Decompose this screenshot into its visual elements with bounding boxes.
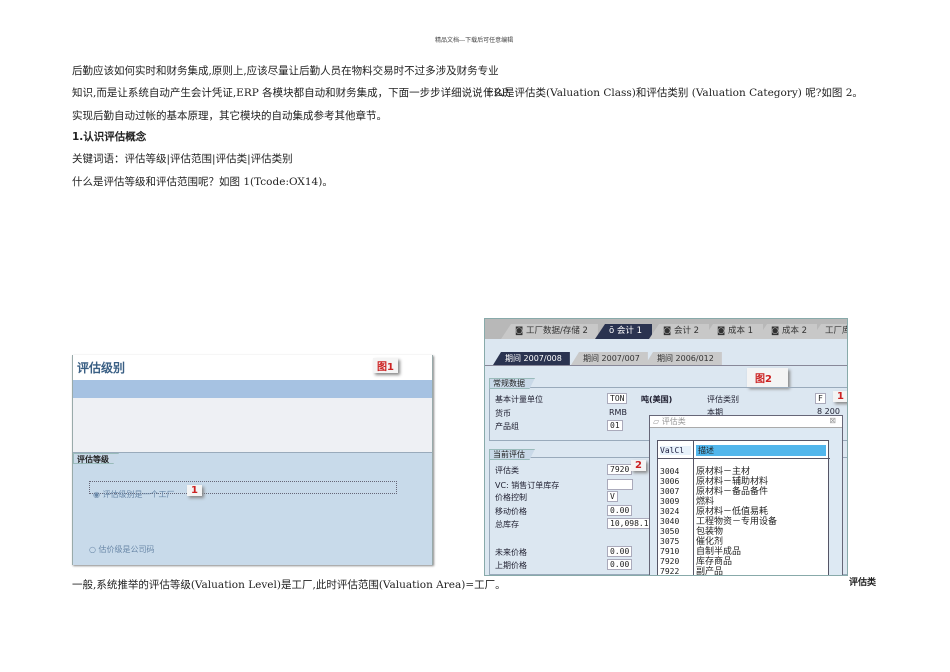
valcl-code: 7922 (660, 567, 680, 576)
fig1-tag: 图1 (373, 358, 398, 373)
popup-title: 评估类 (661, 417, 686, 426)
question-fig2: 什么是评估类(Valuation Class)和评估类别 (Valuation … (483, 87, 863, 99)
currency-label: 货币 (495, 409, 511, 418)
valcl-description: 催化剂 (696, 537, 724, 547)
question-fig1: 什么是评估等级和评估范围呢？如图 1(Tcode:OX14)。 (72, 176, 333, 188)
valuation-class-row[interactable]: 3050 包装物 (660, 527, 723, 537)
valcl-code: 3075 (660, 537, 680, 546)
current-row-field[interactable]: 0.00 (607, 559, 633, 570)
fig2-marker-1: 1 (833, 391, 847, 402)
valcl-description: 工程物资－专用设备 (696, 517, 778, 527)
division-field[interactable]: 01 (607, 420, 623, 431)
valuation-class-row[interactable]: 7920 库存商品 (660, 557, 732, 567)
figure-2-screenshot: ◙ 工厂数据/存储 2 ō 会计 1 ◙ 会计 2 ◙ 成本 1 ◙ 成本 2 … (484, 318, 848, 576)
valcl-code: 3004 (660, 467, 680, 476)
valuation-class-row[interactable]: 3006 原材料－辅助材料 (660, 477, 768, 487)
valcl-description: 原材料－低值易耗 (696, 507, 769, 517)
fig1-marker: 1 (187, 485, 202, 496)
division-label: 产品组 (495, 422, 519, 431)
base-uom-field[interactable]: TON (607, 393, 628, 404)
valcl-description: 副产品 (696, 567, 724, 576)
close-icon[interactable]: ⊠ (829, 416, 836, 425)
current-row-field[interactable]: V (607, 491, 618, 502)
current-row-label: VC: 销售订单库存 (495, 481, 560, 490)
tab-accounting-1[interactable]: ō 会计 1 (595, 324, 653, 339)
valcl-code: 7920 (660, 557, 680, 566)
current-row-field[interactable] (607, 479, 633, 490)
radio-plant[interactable]: ◉ 评估级别是一个工厂 (89, 481, 397, 499)
radio-plant-label: 评估级别是一个工厂 (102, 490, 175, 499)
valcl-code: 7910 (660, 547, 680, 556)
currency-value: RMB (609, 408, 627, 417)
valuation-class-row[interactable]: 3075 催化剂 (660, 537, 723, 547)
paragraph-line: 实现后勤自动过帐的基本原理，其它模块的自动集成参考其他章节。 (72, 110, 387, 122)
valuation-class-row[interactable]: 3040 工程物资－专用设备 (660, 517, 777, 527)
current-row-label: 总库存 (495, 520, 519, 529)
valcl-description: 原材料－备品备件 (696, 487, 769, 497)
col-valcl[interactable]: ValCl (660, 446, 691, 455)
period-tab-3[interactable]: 期间 2006/012 (645, 352, 722, 365)
current-row-label: 价格控制 (495, 493, 527, 502)
fig1-section: 评估等级 (73, 453, 119, 464)
valuation-class-row[interactable]: 3007 原材料－备品备件 (660, 487, 768, 497)
current-row-field[interactable]: 7920 (607, 464, 633, 475)
valuation-class-row[interactable]: 3009 燃料 (660, 497, 714, 507)
page-header: 精品文档---下载后可任意编辑 (435, 37, 514, 44)
section-heading: 1.认识评估概念 (72, 131, 147, 143)
current-row-field[interactable]: 0.00 (607, 505, 633, 516)
fig1-title: 评估级别 (77, 361, 126, 375)
valcl-code: 3006 (660, 477, 680, 486)
valuation-class-row[interactable]: 7910 自制半成品 (660, 547, 741, 557)
valcl-code: 3024 (660, 507, 680, 516)
current-row-label: 上期价格 (495, 561, 527, 570)
period-tab-2[interactable]: 期间 2007/007 (571, 352, 648, 365)
caption-fig1: 一般,系统推举的评估等级(Valuation Level)是工厂,此时评估范围(… (72, 579, 506, 591)
valcl-description: 自制半成品 (696, 547, 742, 557)
valcl-code: 3050 (660, 527, 680, 536)
valuation-class-row[interactable]: 7922 副产品 (660, 567, 724, 576)
base-uom-label: 基本计量单位 (495, 395, 543, 404)
valuation-class-list: ValCl 描述 3004 原材料－主材 3006 原材料－辅助材料 3007 原材料－备… (657, 440, 830, 576)
period-tab-1[interactable]: 期间 2007/008 (493, 352, 570, 365)
radio-company-code[interactable]: ○ 估价级是公司码 (89, 544, 155, 555)
current-valuation-section: 当前评估 (489, 449, 535, 460)
general-data-section: 常规数据 (489, 378, 535, 389)
valcl-description: 原材料－主材 (696, 467, 751, 477)
tab-costing-1[interactable]: ◙ 成本 1 (703, 324, 764, 339)
valuation-category-field[interactable]: F (815, 393, 826, 404)
figure-1-screenshot: 评估级别 图1 评估等级 ◉ 评估级别是一个工厂 1 ○ 估价级是公司码 (72, 355, 433, 565)
tab-plant-storage[interactable]: ◙ 工厂数据/存储 2 (501, 324, 598, 339)
valuation-class-row[interactable]: 3024 原材料－低值易耗 (660, 507, 768, 517)
valcl-code: 3009 (660, 497, 680, 506)
col-description[interactable]: 描述 (696, 445, 826, 456)
paragraph-line: 知识,而是让系统自动产生会计凭证,ERP 各模块都自动和财务集成，下面一步步详细… (72, 87, 509, 99)
valuation-category-label: 评估类别 (707, 395, 739, 404)
fig2-marker-2: 2 (631, 460, 646, 471)
tab-accounting-2[interactable]: ◙ 会计 2 (649, 324, 710, 339)
caption-fig2: 评估类 (849, 578, 877, 588)
current-row-label: 移动价格 (495, 507, 527, 516)
keywords: 关键词语：评估等级|评估范围|评估类|评估类别 (72, 153, 293, 165)
current-row-field[interactable]: 10,098.1 (607, 518, 652, 529)
valcl-description: 原材料－辅助材料 (696, 477, 769, 487)
valcl-code: 3007 (660, 487, 680, 496)
valcl-code: 3040 (660, 517, 680, 526)
valuation-class-popup: ▱ 评估类 ⊠ ValCl 描述 3004 原材料－主材 3006 原材料－辅助材料 30… (649, 415, 843, 576)
base-uom-text: 吨(美国) (641, 395, 673, 404)
valcl-description: 库存商品 (696, 557, 733, 567)
current-row-label: 未来价格 (495, 548, 527, 557)
valuation-class-row[interactable]: 3004 原材料－主材 (660, 467, 750, 477)
fig2-tag: 图2 (747, 368, 788, 387)
fig1-toolbar (73, 380, 432, 398)
valcl-description: 燃料 (696, 497, 715, 507)
radio-company-code-label: 估价级是公司码 (98, 545, 155, 554)
current-row-field[interactable]: 0.00 (607, 546, 633, 557)
tab-costing-2[interactable]: ◙ 成本 2 (757, 324, 818, 339)
paragraph-line: 后勤应该如何实时和财务集成,原则上,应该尽量让后勤人员在物料交易时不过多涉及财务… (72, 65, 499, 77)
valcl-description: 包装物 (696, 527, 724, 537)
current-row-label: 评估类 (495, 466, 519, 475)
